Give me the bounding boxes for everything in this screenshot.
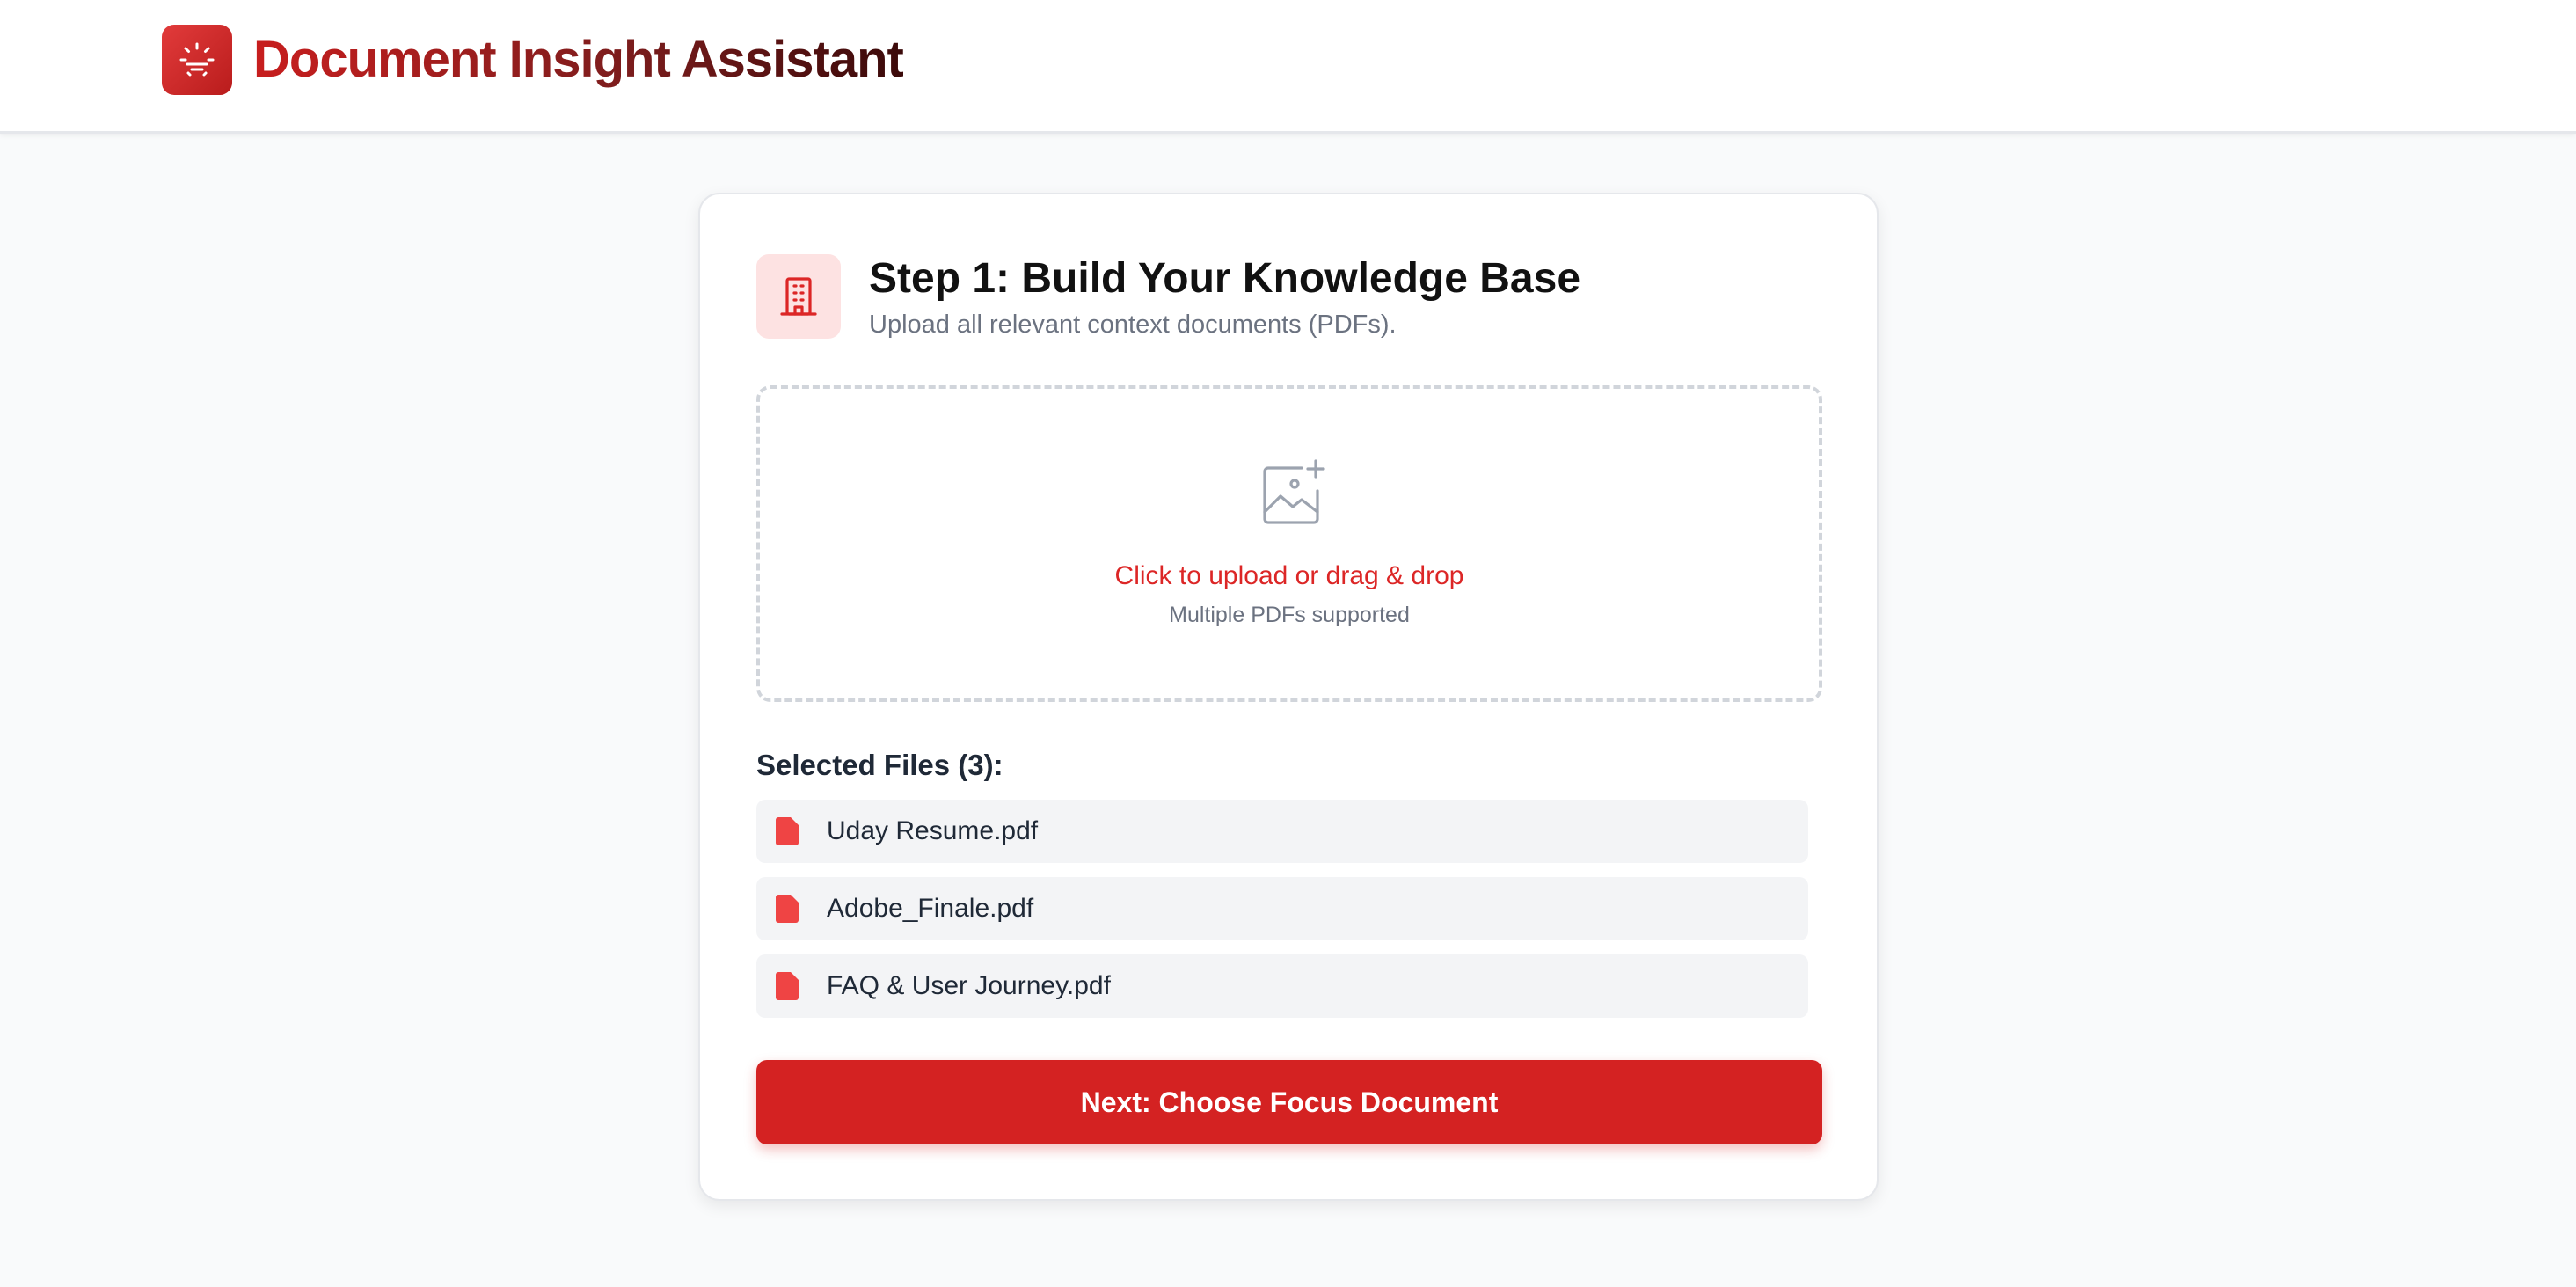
file-list-item: FAQ & User Journey.pdf [756, 954, 1808, 1018]
building-icon [780, 277, 817, 316]
pdf-file-icon [776, 817, 799, 845]
next-choose-focus-button[interactable]: Next: Choose Focus Document [756, 1060, 1822, 1144]
file-name: FAQ & User Journey.pdf [827, 971, 1111, 1000]
pdf-file-icon [776, 972, 799, 1000]
dropzone-hint: Multiple PDFs supported [1169, 603, 1410, 627]
app-title: Document Insight Assistant [253, 26, 904, 93]
file-list-item: Uday Resume.pdf [756, 800, 1808, 863]
selected-files-heading: Selected Files (3): [756, 749, 1003, 781]
step-subtitle: Upload all relevant context documents (P… [869, 311, 1397, 339]
file-name: Uday Resume.pdf [827, 816, 1039, 845]
sparkle-lamp-icon [179, 42, 215, 77]
file-dropzone[interactable]: Click to upload or drag & drop Multiple … [756, 385, 1822, 702]
pdf-file-icon [776, 895, 799, 923]
image-add-icon [1263, 459, 1325, 524]
step-icon-badge [756, 254, 841, 339]
dropzone-instruction[interactable]: Click to upload or drag & drop [760, 559, 1819, 593]
step-title: Step 1: Build Your Knowledge Base [869, 255, 1581, 302]
app-logo[interactable] [162, 25, 232, 95]
file-name: Adobe_Finale.pdf [827, 894, 1034, 923]
upload-card: Step 1: Build Your Knowledge Base Upload… [698, 193, 1879, 1201]
file-list-item: Adobe_Finale.pdf [756, 877, 1808, 940]
app-header: Document Insight Assistant [0, 0, 2576, 134]
